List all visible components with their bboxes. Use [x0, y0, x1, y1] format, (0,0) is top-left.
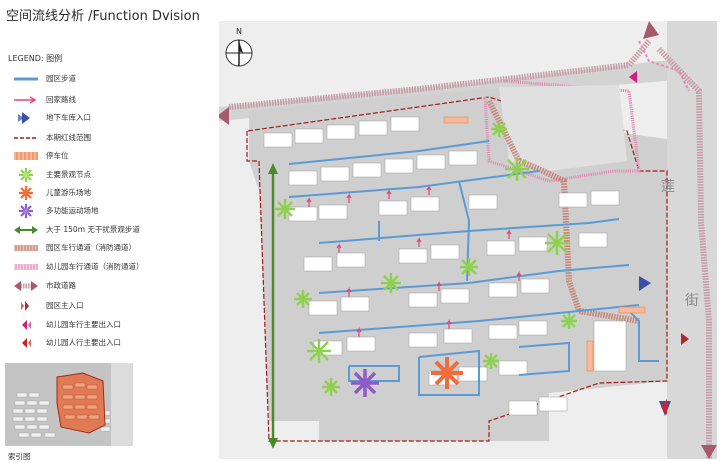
- legend-label: 回家路线: [46, 95, 76, 104]
- city-road-arrow-icon: [14, 281, 38, 291]
- legend-label: 幼儿园人行主要出入口: [46, 338, 121, 347]
- legend-label: 本期红线范围: [46, 133, 91, 142]
- legend-item-vehicle-lane: 园区车行通道（消防通道）: [8, 241, 208, 255]
- legend-item-playground: 儿童游乐场地: [8, 186, 208, 200]
- legend-item-main-entrance: 园区主入口: [8, 299, 208, 313]
- legend-item-sports: 多功能运动场地: [8, 204, 208, 218]
- home-route-arrow-icon: [14, 96, 37, 104]
- legend-item-kg-pedestrian-entrance: 幼儿园人行主要出入口: [8, 336, 208, 350]
- legend-item-walkway: 园区步道: [8, 72, 208, 86]
- legend-item-kindergarten-lane: 幼儿园车行通道（消防通道）: [8, 260, 208, 274]
- index-map: [5, 363, 133, 446]
- long-walk-arrow-icon: [14, 226, 38, 234]
- garage-entry-triangle-icon: [18, 112, 30, 124]
- road-label: 莲: [661, 179, 675, 195]
- legend-label: 停车位: [46, 151, 69, 160]
- legend-label: 多功能运动场地: [46, 206, 99, 215]
- playground-icon: [19, 186, 33, 200]
- legend-label: 园区主入口: [46, 301, 84, 310]
- legend-label: 大于 150m 无干扰景观步道: [46, 225, 140, 234]
- legend-item-city-road: 市政道路: [8, 279, 208, 293]
- legend-label: 儿童游乐场地: [46, 188, 91, 197]
- site-plan: N 莲 街: [219, 21, 717, 459]
- legend-item-kg-vehicle-entrance: 幼儿园车行主要出入口: [8, 318, 208, 332]
- parking-hatch-icon: [14, 152, 38, 160]
- north-label: N: [236, 27, 242, 36]
- road-label: 街: [685, 293, 699, 309]
- legend-label: 园区步道: [46, 74, 76, 83]
- sports-field-icon: [19, 204, 33, 218]
- vehicle-lane-hatch-icon: [14, 245, 38, 251]
- index-map-label: 索引图: [8, 452, 31, 461]
- legend-item-landscape-node: 主要景观节点: [8, 168, 208, 182]
- legend-item-home-route: 回家路线: [8, 93, 208, 107]
- legend-label: 市政道路: [46, 281, 76, 290]
- legend-item-long-walk: 大于 150m 无干扰景观步道: [8, 223, 208, 237]
- boundary-dash-icon: [14, 137, 38, 139]
- legend-item-garage-entry: 地下车库入口: [8, 111, 208, 125]
- kindergarten-vehicle-entrance-icon: [22, 320, 31, 330]
- legend-label: 主要景观节点: [46, 170, 91, 179]
- legend-item-parking: 停车位: [8, 149, 208, 163]
- legend-label: 幼儿园车行通道（消防通道）: [46, 262, 144, 271]
- legend-label: 园区车行通道（消防通道）: [46, 243, 136, 252]
- kindergarten-lane-hatch-icon: [14, 264, 38, 270]
- kindergarten-pedestrian-entrance-icon: [22, 338, 31, 348]
- walkway-line-icon: [14, 77, 38, 81]
- legend-title: LEGEND: 图例: [8, 54, 63, 63]
- main-entrance-icon: [21, 301, 29, 311]
- landscape-node-icon: [19, 168, 33, 182]
- legend-label: 幼儿园车行主要出入口: [46, 320, 121, 329]
- page-title: 空间流线分析 /Function Dvision: [6, 9, 200, 24]
- legend-label: 地下车库入口: [46, 113, 91, 122]
- legend-item-red-line: 本期红线范围: [8, 131, 208, 145]
